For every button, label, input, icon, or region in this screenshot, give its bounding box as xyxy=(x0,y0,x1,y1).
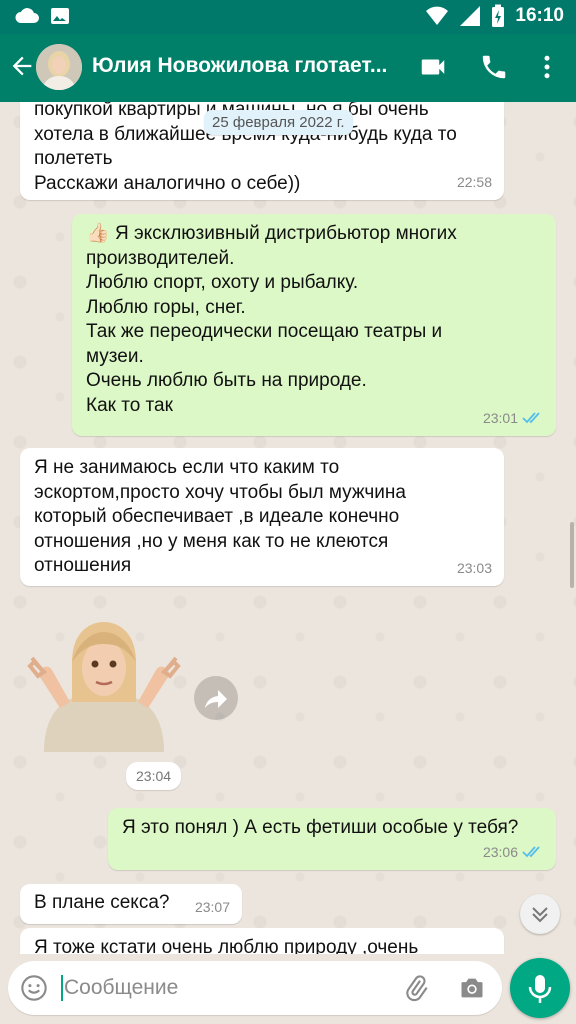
status-bar: 16:10 xyxy=(0,0,576,34)
status-time: 16:10 xyxy=(515,5,564,26)
phone-call-icon[interactable] xyxy=(479,52,509,82)
double-chevron-down-icon xyxy=(532,907,548,923)
message-outgoing[interactable]: 👍🏻 Я эксклюзивный дистрибьютор многих пр… xyxy=(72,214,556,436)
scrollbar-thumb[interactable] xyxy=(570,522,574,588)
contact-name[interactable]: Юлия Новожилова глотает... xyxy=(92,54,397,78)
more-vert-icon[interactable] xyxy=(532,52,562,82)
cloud-icon xyxy=(15,8,39,23)
message-text: Я тоже кстати очень люблю природу ,очень xyxy=(34,937,419,954)
message-time: 23:01 xyxy=(482,409,518,426)
signal-icon xyxy=(460,6,481,26)
microphone-icon xyxy=(528,975,552,1003)
shrug-memoji-sticker[interactable] xyxy=(24,622,184,752)
message-incoming[interactable]: В плане секса? 23:07 xyxy=(20,884,242,924)
battery-charging-icon xyxy=(492,4,505,27)
thumbs-up-emoji: 👍🏻 xyxy=(86,223,110,244)
double-check-read-icon xyxy=(522,412,540,424)
message-input[interactable] xyxy=(64,969,394,1007)
attach-icon[interactable] xyxy=(402,974,430,1002)
emoji-icon[interactable] xyxy=(20,974,48,1002)
image-icon xyxy=(51,8,69,24)
message-text: Я эксклюзивный дистрибьютор многих произ… xyxy=(86,223,457,416)
forward-icon xyxy=(205,690,227,708)
sticker-time: 23:04 xyxy=(126,762,182,790)
message-composer xyxy=(8,961,502,1015)
text-cursor xyxy=(61,975,63,1001)
date-chip: 25 февраля 2022 г. xyxy=(204,110,353,135)
message-time: 23:07 xyxy=(194,898,230,915)
video-call-icon[interactable] xyxy=(418,52,448,82)
message-incoming[interactable]: Я тоже кстати очень люблю природу ,очень xyxy=(20,928,504,954)
chat-header: Юлия Новожилова глотает... xyxy=(0,34,576,102)
camera-icon[interactable] xyxy=(458,974,486,1002)
forward-button[interactable] xyxy=(194,676,238,720)
message-text: Я это понял ) А есть фетиши особые у теб… xyxy=(122,817,519,838)
scroll-to-bottom-button[interactable] xyxy=(520,894,560,934)
wifi-icon xyxy=(426,6,449,25)
message-outgoing[interactable]: Я это понял ) А есть фетиши особые у теб… xyxy=(108,808,556,870)
back-arrow-icon[interactable] xyxy=(8,52,36,80)
double-check-read-icon xyxy=(522,846,540,858)
voice-message-button[interactable] xyxy=(510,958,570,1018)
message-time: 23:03 xyxy=(456,559,492,576)
message-time: 22:58 xyxy=(456,173,492,190)
message-time: 23:06 xyxy=(482,843,518,860)
message-incoming[interactable]: Я не занимаюсь если что каким то эскорто… xyxy=(20,448,504,586)
chat-area[interactable]: покупкой квартиры и машины, но я бы очен… xyxy=(0,102,576,954)
contact-avatar[interactable] xyxy=(36,44,82,90)
message-text: Я не занимаюсь если что каким то эскорто… xyxy=(34,457,406,576)
